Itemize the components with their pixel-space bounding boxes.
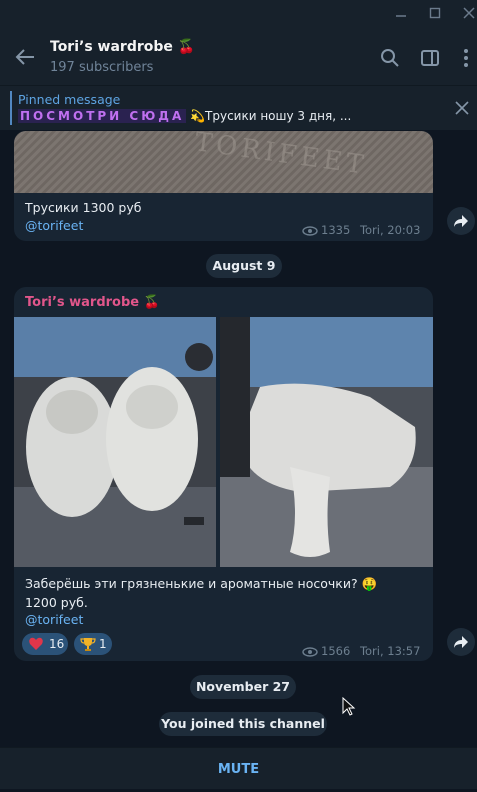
date-separator: August 9	[206, 254, 282, 278]
pinned-text: ПОСМОТРИ СЮДА 💫Трусики ношу 3 дня, ...	[18, 109, 438, 123]
bottom-bar: MUTE	[0, 747, 477, 789]
pinned-fancy-text: ПОСМОТРИ СЮДА	[18, 109, 187, 123]
pinned-message-bar[interactable]: Pinned message ПОСМОТРИ СЮДА 💫Трусики но…	[0, 86, 477, 130]
reaction-count: 16	[49, 637, 65, 651]
forward-icon	[454, 636, 468, 648]
message-author[interactable]: Tori’s wardrobe 🍒	[25, 295, 160, 310]
chat-header: Tori’s wardrobe 🍒 197 subscribers	[0, 30, 477, 86]
message-bubble: Tori’s wardrobe 🍒 Заберёшь эти грязненьк…	[14, 287, 433, 661]
pinned-label: Pinned message	[18, 92, 121, 107]
message-bubble: TORIFEET Трусики 1300 руб @torifeet 1335…	[14, 131, 433, 241]
reaction-fire-heart[interactable]: 16	[22, 633, 68, 655]
message-feed[interactable]: TORIFEET Трусики 1300 руб @torifeet 1335…	[0, 131, 477, 747]
date-separator: November 27	[190, 675, 296, 699]
sidebar-toggle-icon[interactable]	[420, 48, 440, 68]
message-photo-right[interactable]	[220, 317, 433, 567]
forward-button[interactable]	[447, 628, 475, 656]
close-pinned-icon[interactable]	[455, 100, 469, 115]
forward-icon	[454, 215, 468, 227]
message-photo-left[interactable]	[14, 317, 216, 567]
forward-button[interactable]	[447, 207, 475, 235]
message-meta: 1335 Tori, 20:03	[302, 223, 420, 237]
mute-button[interactable]: MUTE	[0, 748, 477, 789]
photo-watermark: TORIFEET	[192, 131, 370, 181]
pinned-body-text: 💫Трусики ношу 3 дня, ...	[186, 109, 352, 123]
close-window-icon[interactable]	[461, 7, 477, 23]
reaction-count: 1	[99, 637, 107, 651]
mouse-cursor-icon	[342, 696, 356, 721]
service-message: You joined this channel	[159, 712, 327, 736]
search-icon[interactable]	[380, 48, 400, 68]
channel-title[interactable]: Tori’s wardrobe 🍒	[50, 39, 195, 55]
message-time: Tori, 13:57	[359, 644, 421, 658]
message-time: Tori, 20:03	[359, 223, 421, 237]
reaction-trophy[interactable]: 1	[74, 633, 112, 655]
message-text: Заберёшь эти грязненькие и ароматные нос…	[25, 576, 378, 591]
message-meta: 1566 Tori, 13:57	[302, 644, 420, 658]
message-link[interactable]: @torifeet	[25, 218, 83, 233]
message-text: Трусики 1300 руб	[25, 200, 142, 215]
more-vertical-icon[interactable]	[456, 48, 476, 68]
views-eye-icon	[302, 646, 318, 657]
pinned-accent-bar	[10, 91, 12, 125]
views-eye-icon	[302, 225, 318, 236]
views-count: 1566	[321, 644, 351, 658]
back-arrow-icon[interactable]	[14, 46, 36, 68]
window-titlebar	[0, 0, 477, 30]
message-price: 1200 руб.	[25, 595, 88, 610]
fire-heart-icon	[28, 636, 44, 659]
views-count: 1335	[321, 223, 351, 237]
subscriber-count: 197 subscribers	[50, 60, 154, 75]
message-link[interactable]: @torifeet	[25, 612, 83, 627]
maximize-icon[interactable]	[427, 7, 443, 23]
minimize-icon[interactable]	[393, 7, 409, 23]
message-photo[interactable]: TORIFEET	[14, 131, 433, 193]
trophy-icon	[80, 636, 96, 659]
